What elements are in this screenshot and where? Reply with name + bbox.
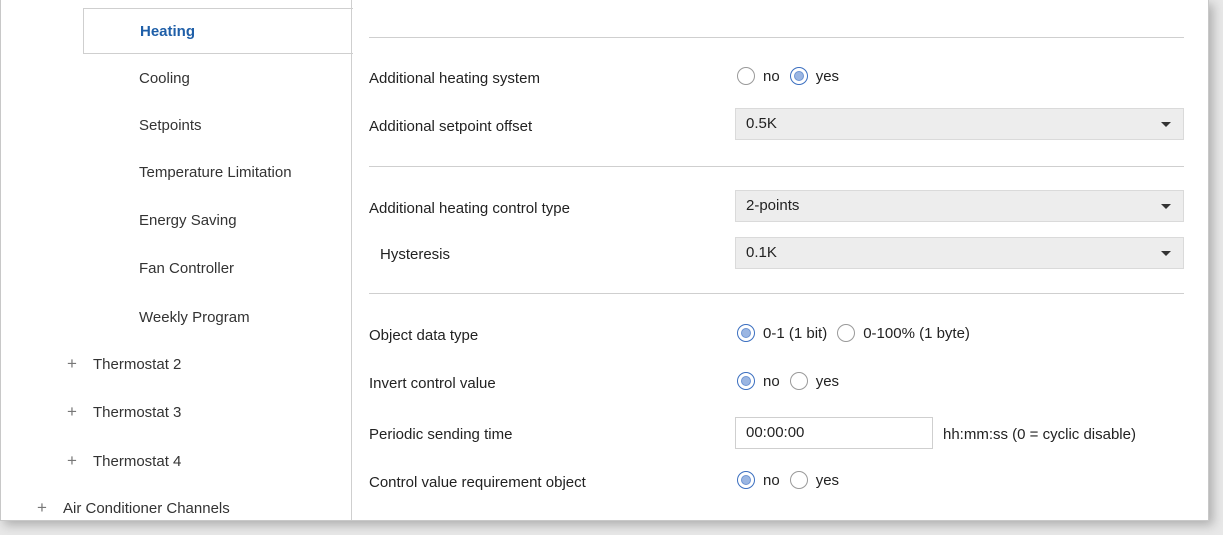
radio-dot	[793, 71, 804, 81]
sidebar-item-label: Energy Saving	[139, 212, 237, 229]
periodic-sending-time-input[interactable]: 00:00:00	[735, 417, 933, 449]
sidebar-item-fan-controller[interactable]: Fan Controller	[139, 247, 234, 291]
radio-button[interactable]	[737, 372, 755, 390]
radio-button[interactable]	[789, 372, 808, 390]
radio-label: yes	[815, 67, 840, 85]
sidebar-item-energy-saving[interactable]: Energy Saving	[139, 199, 237, 243]
radio-option-yes[interactable]: yes	[789, 372, 840, 390]
additional-setpoint-offset-select[interactable]: 0.5K	[735, 108, 1184, 140]
sidebar-item-label: Temperature Limitation	[139, 164, 292, 181]
sidebar-item-label: Air Conditioner Channels	[63, 500, 230, 517]
sidebar-item-label: Thermostat 4	[93, 453, 182, 470]
radio-button[interactable]	[837, 324, 856, 342]
radio-button[interactable]	[737, 67, 755, 85]
sidebar-item-thermostat-3[interactable]: + Thermostat 3	[65, 390, 181, 434]
select-value: 0.5K	[746, 115, 777, 132]
control-value-requirement-radio-group: no yes	[737, 471, 849, 489]
additional-heating-system-radio-group: no yes	[737, 67, 849, 85]
radio-option-1-byte[interactable]: 0-100% (1 byte)	[837, 324, 970, 342]
additional-heating-system-label: Additional heating system	[369, 70, 540, 87]
sidebar-item-cooling[interactable]: Cooling	[139, 57, 190, 101]
radio-option-no[interactable]: no	[737, 471, 780, 489]
select-value: 2-points	[746, 197, 800, 214]
control-type-select[interactable]: 2-points	[735, 190, 1184, 222]
radio-button[interactable]	[789, 471, 808, 489]
radio-button[interactable]	[789, 67, 808, 85]
section-divider	[369, 166, 1184, 167]
radio-option-1-bit[interactable]: 0-1 (1 bit)	[737, 324, 827, 342]
sidebar-item-air-conditioner-channels[interactable]: + Air Conditioner Channels	[35, 486, 230, 520]
section-divider	[369, 293, 1184, 294]
radio-label: 0-100% (1 byte)	[863, 324, 970, 342]
sidebar-item-label: Thermostat 3	[93, 404, 182, 421]
sidebar-item-label: Cooling	[139, 70, 190, 87]
sidebar-item-label: Thermostat 2	[93, 356, 182, 373]
expand-icon[interactable]: +	[35, 486, 49, 520]
section-divider	[369, 37, 1184, 38]
radio-label: 0-1 (1 bit)	[763, 324, 828, 342]
sidebar-item-setpoints[interactable]: Setpoints	[139, 104, 202, 148]
dropdown-arrow-icon	[1161, 122, 1171, 127]
control-type-label: Additional heating control type	[369, 200, 570, 217]
select-value: 0.1K	[746, 244, 777, 261]
sidebar-item-label: Heating	[140, 23, 196, 40]
control-value-requirement-label: Control value requirement object	[369, 474, 586, 491]
radio-dot	[741, 475, 751, 485]
sidebar-item-thermostat-2[interactable]: + Thermostat 2	[65, 342, 181, 386]
radio-button[interactable]	[737, 324, 755, 342]
sidebar-item-label: Setpoints	[139, 117, 202, 134]
sidebar-item-label: Fan Controller	[139, 260, 235, 277]
radio-option-yes[interactable]: yes	[789, 471, 840, 489]
sidebar-item-temperature-limitation[interactable]: Temperature Limitation	[139, 151, 292, 195]
dropdown-arrow-icon	[1161, 251, 1171, 256]
periodic-sending-time-unit: hh:mm:ss (0 = cyclic disable)	[943, 426, 1136, 443]
parameter-panel: Additional heating system no yes Additio…	[352, 0, 1208, 520]
dropdown-arrow-icon	[1161, 204, 1171, 209]
radio-label: no	[763, 471, 780, 489]
radio-label: no	[763, 67, 780, 85]
radio-dot	[741, 328, 751, 338]
radio-dot	[741, 376, 751, 386]
radio-option-no[interactable]: no	[737, 67, 780, 85]
object-data-type-label: Object data type	[369, 327, 479, 344]
object-data-type-radio-group: 0-1 (1 bit) 0-100% (1 byte)	[737, 324, 980, 342]
sidebar-item-weekly-program[interactable]: Weekly Program	[139, 296, 250, 340]
expand-icon[interactable]: +	[65, 439, 79, 483]
hysteresis-select[interactable]: 0.1K	[735, 237, 1184, 269]
expand-icon[interactable]: +	[65, 390, 79, 434]
radio-label: yes	[815, 471, 840, 489]
additional-setpoint-offset-label: Additional setpoint offset	[369, 118, 533, 135]
sidebar-item-heating[interactable]: Heating	[83, 8, 353, 54]
expand-icon[interactable]: +	[65, 342, 79, 386]
radio-label: yes	[815, 372, 840, 390]
radio-option-no[interactable]: no	[737, 372, 780, 390]
hysteresis-label: Hysteresis	[380, 246, 451, 263]
radio-option-yes[interactable]: yes	[789, 67, 840, 85]
periodic-sending-time-label: Periodic sending time	[369, 426, 513, 443]
input-value: 00:00:00	[746, 424, 805, 441]
radio-button[interactable]	[737, 471, 755, 489]
sidebar-item-label: Weekly Program	[139, 309, 250, 326]
sidebar: Heating Cooling Setpoints Temperature Li…	[1, 0, 353, 520]
app-window: Heating Cooling Setpoints Temperature Li…	[0, 0, 1209, 521]
invert-control-value-radio-group: no yes	[737, 372, 849, 390]
sidebar-item-thermostat-4[interactable]: + Thermostat 4	[65, 439, 181, 483]
radio-label: no	[763, 372, 780, 390]
invert-control-value-label: Invert control value	[369, 375, 496, 392]
